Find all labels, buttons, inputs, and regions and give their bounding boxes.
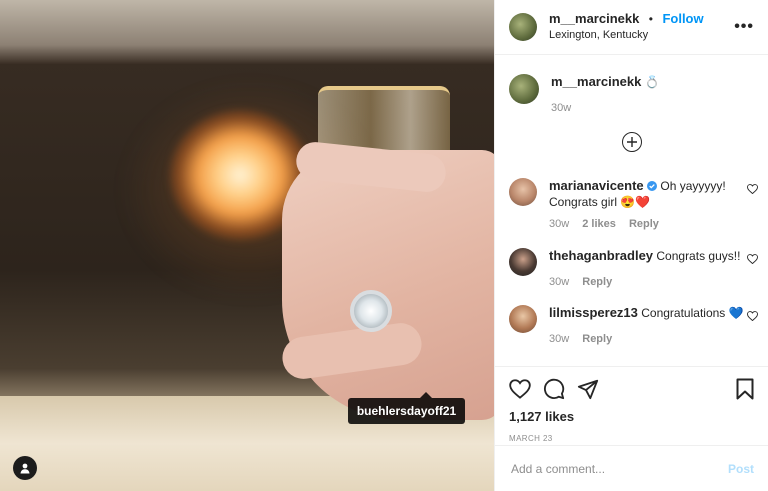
post-sidebar: m__marcinekk • Follow Lexington, Kentuck… (494, 0, 768, 491)
caption-avatar[interactable] (509, 74, 539, 104)
like-button[interactable] (509, 379, 531, 399)
post-location[interactable]: Lexington, Kentucky (549, 27, 734, 43)
share-button[interactable] (577, 378, 599, 400)
caption-row: m__marcinekk 💍 30w (509, 74, 758, 116)
post-date[interactable]: MARCH 23 (509, 434, 754, 443)
photo-engagement-ring (350, 290, 392, 332)
comment-likes[interactable]: 2 likes (582, 218, 616, 230)
person-icon (20, 463, 30, 474)
comment-body: thehaganbradley Congrats guys!! 30w Repl… (549, 248, 758, 290)
more-options-icon[interactable]: ••• (734, 18, 754, 36)
comments-list: m__marcinekk 💍 30w marianavicente Oh yay… (495, 56, 768, 366)
like-comment-heart-icon[interactable] (747, 254, 758, 264)
commenter-avatar[interactable] (509, 305, 537, 333)
like-comment-heart-icon[interactable] (747, 311, 758, 321)
likes-count[interactable]: 1,127 likes (509, 409, 754, 424)
heart-icon (509, 379, 531, 399)
post-actions: 1,127 likes MARCH 23 (495, 366, 768, 443)
bookmark-icon (736, 378, 754, 400)
author-info: m__marcinekk • Follow Lexington, Kentuck… (549, 11, 734, 43)
follow-button[interactable]: Follow (662, 11, 703, 26)
post-photo[interactable]: buehlersdayoff21 (0, 0, 494, 491)
commenter-avatar[interactable] (509, 178, 537, 206)
comment-composer: Post (495, 445, 768, 491)
tagged-users-button[interactable] (13, 456, 37, 480)
photo-hand (282, 150, 494, 420)
reply-button[interactable]: Reply (582, 333, 612, 345)
commenter-avatar[interactable] (509, 248, 537, 276)
verified-badge-icon (647, 181, 658, 191)
comment-time[interactable]: 30w (549, 333, 569, 345)
comment-username[interactable]: thehaganbradley (549, 248, 653, 263)
comment-username[interactable]: lilmissperez13 (549, 305, 638, 320)
load-more-comments-button[interactable] (622, 132, 642, 152)
comment-body: marianavicente Oh yayyyyy! Congrats girl… (549, 178, 758, 232)
comment-username[interactable]: marianavicente (549, 178, 644, 193)
comment-body: lilmissperez13 Congratulations 💙 30w Rep… (549, 305, 758, 347)
photo-user-tag[interactable]: buehlersdayoff21 (348, 392, 465, 424)
post-comment-button[interactable]: Post (728, 462, 754, 476)
ring-emoji: 💍 (644, 75, 660, 89)
save-button[interactable] (736, 378, 754, 400)
comment-bubble-icon (543, 378, 565, 400)
reply-button[interactable]: Reply (582, 276, 612, 288)
reply-button[interactable]: Reply (629, 218, 659, 230)
post-header: m__marcinekk • Follow Lexington, Kentuck… (495, 0, 768, 55)
like-comment-heart-icon[interactable] (747, 184, 758, 194)
photo-background-wall (0, 0, 494, 64)
caption-username[interactable]: m__marcinekk (551, 74, 641, 89)
comment-input[interactable] (509, 460, 728, 477)
comment-text: Congrats guys!! (656, 249, 741, 263)
comment-button[interactable] (543, 378, 565, 400)
comment-row: thehaganbradley Congrats guys!! 30w Repl… (509, 248, 758, 290)
comment-row: marianavicente Oh yayyyyy! Congrats girl… (509, 178, 758, 232)
comment-time[interactable]: 30w (549, 218, 569, 230)
separator-dot: • (648, 12, 653, 26)
author-avatar[interactable] (509, 13, 537, 41)
action-icons-row (509, 375, 754, 403)
instagram-post-view: buehlersdayoff21 m__marcinekk • Follow L… (0, 0, 768, 491)
caption-time[interactable]: 30w (551, 102, 571, 114)
plus-icon (627, 137, 637, 147)
comment-text: Congratulations 💙 (641, 306, 744, 320)
comment-row: lilmissperez13 Congratulations 💙 30w Rep… (509, 305, 758, 347)
caption-body: m__marcinekk 💍 30w (551, 74, 758, 116)
paper-plane-icon (577, 379, 599, 400)
comment-time[interactable]: 30w (549, 276, 569, 288)
author-username[interactable]: m__marcinekk (549, 11, 639, 26)
